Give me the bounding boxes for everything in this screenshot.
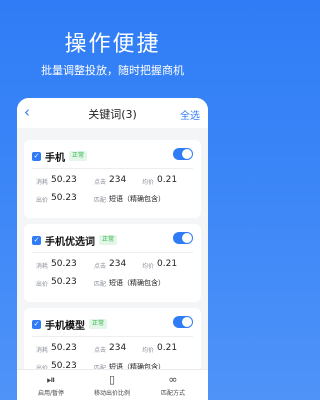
bottom-toolbar: ⏯ 启用/暂停 ▯ 移动出价比例 ∞ 匹配方式 bbox=[17, 369, 208, 400]
keyword-name: 手机优选词 bbox=[45, 236, 95, 248]
tab-label: 移动出价比例 bbox=[93, 390, 130, 397]
match-value: 短语（精确包含） bbox=[109, 279, 165, 287]
clicks-label: 点击 bbox=[94, 347, 107, 354]
keyword-name: 手机 bbox=[45, 152, 65, 164]
promo-subtitle: 批量调整投放，随时把握商机 bbox=[41, 64, 184, 77]
clicks-label: 点击 bbox=[94, 263, 107, 270]
divider bbox=[32, 336, 193, 337]
cost-label: 消耗 bbox=[36, 347, 49, 354]
cost-value: 50.23 bbox=[51, 175, 77, 185]
avg-price-label: 均价 bbox=[142, 263, 155, 270]
match-type-button[interactable]: ∞ 匹配方式 bbox=[143, 373, 203, 398]
phone-screen: ‹ 关键词(3) 全选 ✓ 手机 正常 消耗 50.23 点击 234 均价 0… bbox=[17, 98, 208, 400]
bid-value: 50.23 bbox=[51, 277, 77, 287]
phone-bid-icon: ▯ bbox=[108, 373, 116, 386]
avg-price-label: 均价 bbox=[142, 179, 155, 186]
bid-value: 50.23 bbox=[51, 193, 77, 203]
match-label: 匹配 bbox=[94, 281, 107, 288]
avg-price-label: 均价 bbox=[142, 347, 155, 354]
link-match-icon: ∞ bbox=[168, 373, 178, 386]
keyword-card[interactable]: ✓ 手机优选词 正常 消耗 50.23 点击 234 均价 0.21 出价 50… bbox=[24, 224, 201, 302]
cost-label: 消耗 bbox=[36, 263, 49, 270]
status-badge: 正常 bbox=[89, 319, 108, 329]
keyword-name: 手机模型 bbox=[45, 320, 85, 332]
avg-price-value: 0.21 bbox=[157, 175, 178, 185]
cost-value: 50.23 bbox=[51, 259, 77, 269]
clicks-value: 234 bbox=[109, 175, 127, 185]
status-badge: 正常 bbox=[69, 151, 88, 161]
cost-label: 消耗 bbox=[36, 179, 49, 186]
select-all-button[interactable]: 全选 bbox=[180, 107, 200, 122]
checkbox[interactable]: ✓ bbox=[32, 235, 41, 245]
avg-price-value: 0.21 bbox=[157, 343, 178, 353]
avg-price-value: 0.21 bbox=[157, 259, 178, 269]
nav-bar: ‹ 关键词(3) 全选 bbox=[17, 98, 208, 128]
divider bbox=[32, 168, 193, 169]
divider bbox=[32, 252, 193, 253]
enable-toggle[interactable] bbox=[173, 316, 193, 328]
tab-label: 启用/暂停 bbox=[37, 390, 65, 397]
enable-pause-button[interactable]: ⏯ 启用/暂停 bbox=[21, 373, 81, 398]
status-badge: 正常 bbox=[99, 235, 118, 245]
bid-label: 出价 bbox=[36, 197, 49, 204]
mobile-bid-ratio-button[interactable]: ▯ 移动出价比例 bbox=[82, 373, 142, 398]
checkbox[interactable]: ✓ bbox=[32, 151, 41, 161]
enable-toggle[interactable] bbox=[173, 148, 193, 160]
promo-title: 操作便捷 bbox=[64, 32, 161, 57]
checkbox[interactable]: ✓ bbox=[32, 319, 41, 329]
match-label: 匹配 bbox=[94, 197, 107, 204]
bid-label: 出价 bbox=[36, 281, 49, 288]
tab-label: 匹配方式 bbox=[160, 390, 185, 397]
pause-play-icon: ⏯ bbox=[46, 373, 56, 386]
keyword-card[interactable]: ✓ 手机 正常 消耗 50.23 点击 234 均价 0.21 出价 50.23… bbox=[24, 140, 201, 218]
match-value: 短语（精确包含） bbox=[109, 195, 165, 203]
cost-value: 50.23 bbox=[51, 343, 77, 353]
clicks-label: 点击 bbox=[94, 179, 107, 186]
clicks-value: 234 bbox=[109, 259, 127, 269]
enable-toggle[interactable] bbox=[173, 232, 193, 244]
clicks-value: 234 bbox=[109, 343, 127, 353]
